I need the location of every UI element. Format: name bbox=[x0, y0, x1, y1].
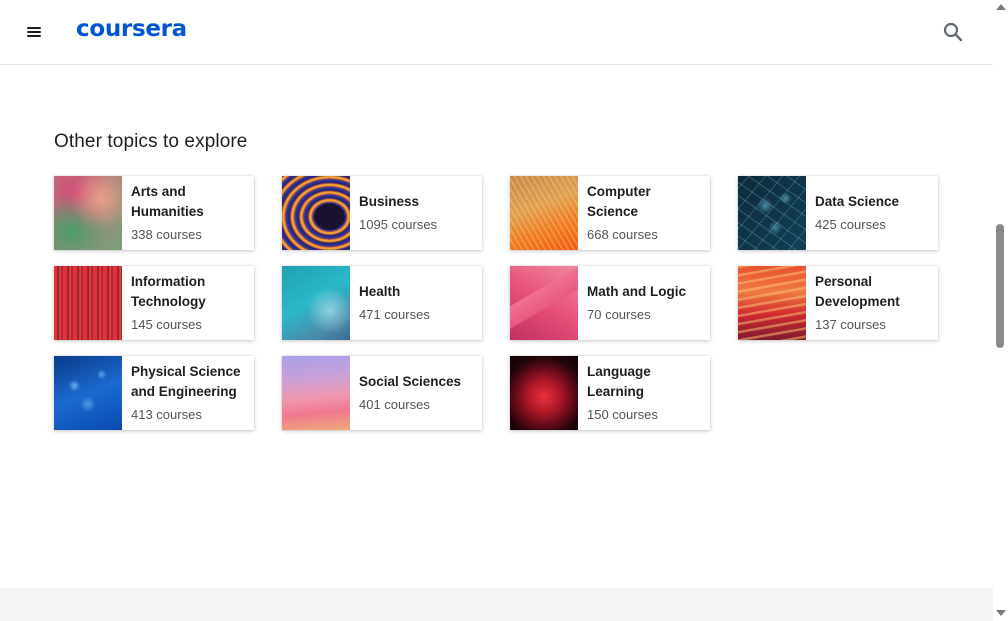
topic-thumbnail bbox=[510, 266, 578, 340]
topic-thumbnail bbox=[282, 266, 350, 340]
topic-name: Physical Science and Engineering bbox=[131, 364, 241, 399]
topics-grid: Arts and Humanities 338 courses Business… bbox=[54, 176, 940, 432]
scrollbar-thumb[interactable] bbox=[996, 224, 1004, 348]
topic-course-count: 401 courses bbox=[359, 397, 430, 412]
topic-card-data-science[interactable]: Data Science 425 courses bbox=[738, 176, 938, 250]
topic-thumbnail bbox=[282, 176, 350, 250]
topic-card-health[interactable]: Health 471 courses bbox=[282, 266, 482, 340]
topic-name: Math and Logic bbox=[587, 284, 686, 299]
topic-card-language-learning[interactable]: Language Learning 150 courses bbox=[510, 356, 710, 430]
topic-card-physical-science-and-engineering[interactable]: Physical Science and Engineering 413 cou… bbox=[54, 356, 254, 430]
topic-name: Social Sciences bbox=[359, 374, 462, 389]
topic-course-count: 1095 courses bbox=[359, 217, 438, 232]
topic-thumbnail bbox=[282, 356, 350, 430]
topic-name: Business bbox=[359, 194, 420, 209]
section-title: Other topics to explore bbox=[54, 131, 248, 152]
topic-course-count: 413 courses bbox=[131, 407, 202, 422]
topic-card-information-technology[interactable]: Information Technology 145 courses bbox=[54, 266, 254, 340]
scroll-down-arrow-icon[interactable] bbox=[996, 610, 1006, 616]
topic-course-count: 425 courses bbox=[815, 217, 886, 232]
topic-name: Arts and Humanities bbox=[131, 184, 204, 219]
topic-course-count: 70 courses bbox=[587, 307, 651, 322]
topic-thumbnail bbox=[510, 176, 578, 250]
topic-course-count: 137 courses bbox=[815, 317, 886, 332]
topic-thumbnail bbox=[738, 266, 806, 340]
topic-name: Information Technology bbox=[131, 274, 206, 309]
topic-thumbnail bbox=[54, 356, 122, 430]
topic-course-count: 338 courses bbox=[131, 227, 202, 242]
footer-band bbox=[0, 588, 993, 621]
coursera-logo[interactable]: coursera bbox=[76, 16, 187, 42]
topic-card-social-sciences[interactable]: Social Sciences 401 courses bbox=[282, 356, 482, 430]
top-header: coursera bbox=[0, 0, 993, 65]
topic-thumbnail bbox=[54, 266, 122, 340]
topic-name: Personal Development bbox=[815, 274, 900, 309]
topic-thumbnail bbox=[738, 176, 806, 250]
topic-name: Data Science bbox=[815, 194, 900, 209]
search-icon[interactable] bbox=[941, 20, 965, 44]
topic-card-personal-development[interactable]: Personal Development 137 courses bbox=[738, 266, 938, 340]
hamburger-menu-icon[interactable] bbox=[24, 22, 44, 42]
topic-name: Health bbox=[359, 284, 401, 299]
topic-course-count: 145 courses bbox=[131, 317, 202, 332]
scroll-up-arrow-icon[interactable] bbox=[996, 4, 1006, 10]
vertical-scrollbar[interactable] bbox=[993, 0, 1008, 621]
topic-card-arts-and-humanities[interactable]: Arts and Humanities 338 courses bbox=[54, 176, 254, 250]
topic-course-count: 668 courses bbox=[587, 227, 658, 242]
topic-course-count: 150 courses bbox=[587, 407, 658, 422]
topic-name: Language Learning bbox=[587, 364, 651, 399]
topic-name: Computer Science bbox=[587, 184, 651, 219]
topic-card-math-and-logic[interactable]: Math and Logic 70 courses bbox=[510, 266, 710, 340]
topic-card-computer-science[interactable]: Computer Science 668 courses bbox=[510, 176, 710, 250]
topic-thumbnail bbox=[510, 356, 578, 430]
topic-course-count: 471 courses bbox=[359, 307, 430, 322]
topic-card-business[interactable]: Business 1095 courses bbox=[282, 176, 482, 250]
topic-thumbnail bbox=[54, 176, 122, 250]
